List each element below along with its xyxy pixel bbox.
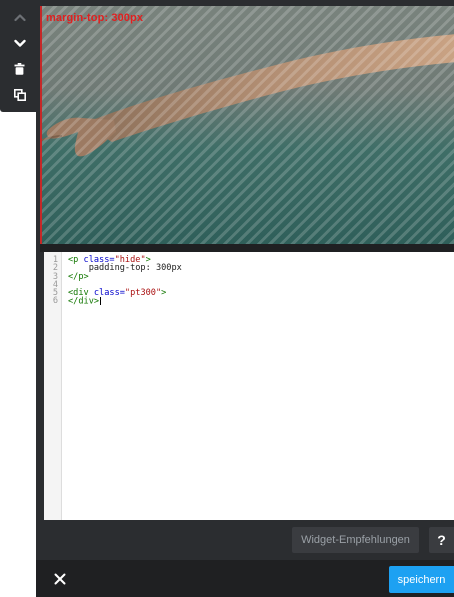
string: "pt300" (124, 288, 162, 299)
line-number: 6 (52, 296, 58, 307)
code-line-3: </p> (68, 271, 182, 282)
resize-divider[interactable] (40, 244, 454, 252)
text-cursor (100, 297, 102, 306)
chevron-up-icon (13, 13, 26, 21)
trash-icon (14, 63, 25, 75)
save-button[interactable]: speichern (389, 566, 454, 593)
chevron-down-icon (13, 39, 26, 47)
copy-icon (13, 89, 26, 101)
widget-toolbar (0, 0, 39, 112)
code-text[interactable]: <p class="hide"> padding-top: 300px </p>… (62, 252, 182, 520)
tag: > (161, 288, 167, 299)
widget-preview: margin-top: 300px (40, 6, 454, 244)
move-down-button[interactable] (0, 30, 39, 56)
code-editor[interactable]: 1 2 3 4 5 6 <p class="hide"> padding-top… (44, 252, 454, 520)
move-up-button[interactable] (0, 4, 39, 30)
close-icon (54, 573, 66, 585)
line-number-gutter: 1 2 3 4 5 6 (44, 252, 62, 520)
widget-recommendations-button[interactable]: Widget-Empfehlungen (292, 527, 419, 553)
delete-button[interactable] (0, 56, 39, 82)
hatch-overlay (42, 6, 454, 244)
margin-label: margin-top: 300px (46, 12, 144, 24)
tag: </p> (68, 271, 89, 282)
close-button[interactable] (49, 568, 71, 590)
help-button[interactable]: ? (429, 527, 454, 553)
duplicate-button[interactable] (0, 82, 39, 108)
code-line-6: </div> (68, 296, 182, 307)
tag: </div> (68, 296, 100, 307)
